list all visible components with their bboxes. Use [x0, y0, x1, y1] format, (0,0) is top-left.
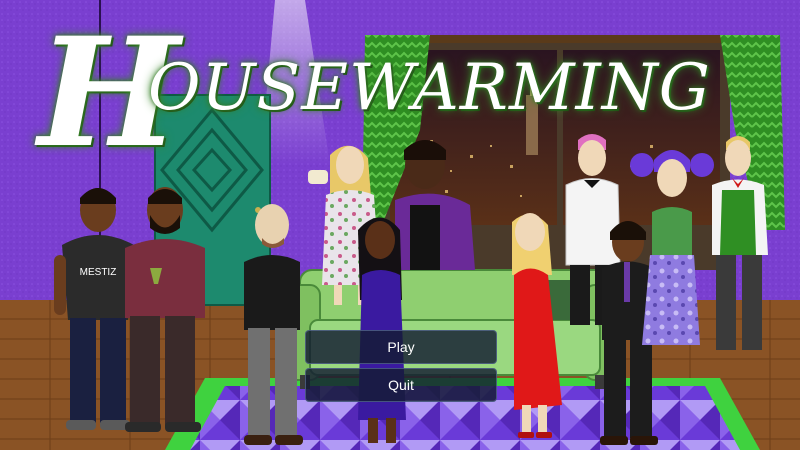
- play-button[interactable]: Play: [305, 330, 497, 364]
- quit-button[interactable]: Quit: [305, 368, 497, 402]
- title-text: OUSEWARMING: [148, 51, 711, 125]
- wall-sconce: [308, 170, 328, 184]
- game-screen: MESTIZ H OUSEWARMING Play Quit: [0, 0, 800, 450]
- game-title-logo: H OUSEWARMING: [30, 18, 790, 168]
- shirt-print: MESTIZ: [80, 267, 117, 278]
